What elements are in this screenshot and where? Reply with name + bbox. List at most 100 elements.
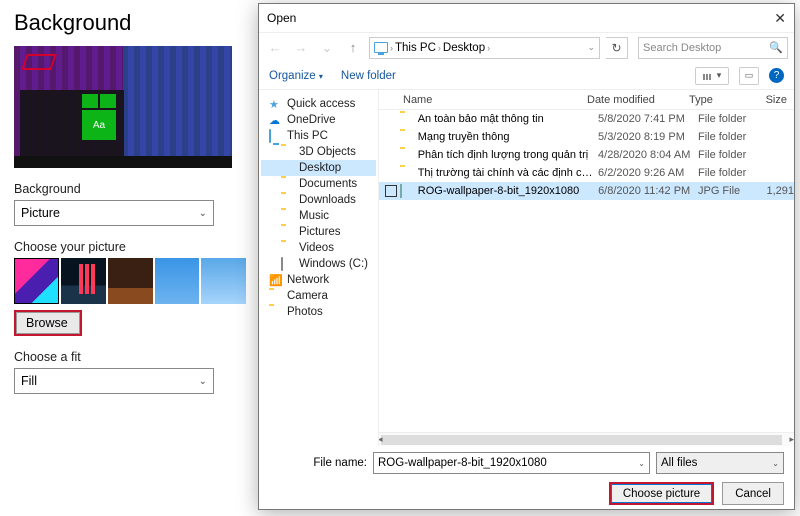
close-icon[interactable]: ✕ bbox=[774, 10, 786, 27]
tree-item-label: Quick access bbox=[287, 98, 355, 110]
tree-item-this-pc[interactable]: This PC bbox=[261, 128, 376, 144]
tree-item-videos[interactable]: Videos bbox=[261, 240, 376, 256]
dialog-body: ★Quick access☁OneDrive This PC 3D Objects D… bbox=[259, 90, 794, 446]
file-type: File folder bbox=[698, 131, 761, 143]
pc-icon bbox=[374, 41, 388, 55]
dialog-address-bar: ← → ⌄ ↑ › This PC › Desktop › ⌄ ↻ Search… bbox=[259, 32, 794, 62]
tree-item-label: Pictures bbox=[299, 226, 341, 238]
tree-item-label: Network bbox=[287, 274, 329, 286]
checkbox-icon[interactable] bbox=[385, 185, 397, 197]
file-row[interactable]: ROG-wallpaper-8-bit_1920x10806/8/2020 11… bbox=[379, 182, 794, 200]
tree-item-photos[interactable]: Photos bbox=[261, 304, 376, 320]
tree-item-windows-c-[interactable]: Windows (C:) bbox=[261, 256, 376, 272]
background-value: Picture bbox=[21, 206, 60, 220]
folder-tree[interactable]: ★Quick access☁OneDrive This PC 3D Objects D… bbox=[259, 90, 379, 446]
scroll-right-icon[interactable]: ▸ bbox=[789, 434, 794, 445]
file-list-header[interactable]: Name Date modified Type Size bbox=[379, 90, 794, 110]
dialog-toolbar: Organize ▾ New folder ▾ ▭ ? bbox=[259, 62, 794, 90]
file-row[interactable]: Mạng truyền thông5/3/2020 8:19 PMFile fo… bbox=[379, 128, 794, 146]
help-icon[interactable]: ? bbox=[769, 68, 784, 83]
scroll-left-icon[interactable]: ◂ bbox=[379, 434, 383, 445]
file-date: 4/28/2020 8:04 AM bbox=[598, 149, 698, 161]
tree-item-documents[interactable]: Documents bbox=[261, 176, 376, 192]
chevron-down-icon: ⌄ bbox=[772, 459, 779, 468]
preview-tile: Aa bbox=[82, 110, 116, 140]
taskbar-mock bbox=[14, 156, 232, 168]
dialog-titlebar: Open ✕ bbox=[259, 4, 794, 32]
organize-menu[interactable]: Organize ▾ bbox=[269, 70, 323, 82]
browse-button[interactable]: Browse bbox=[14, 310, 82, 336]
tree-item-camera[interactable]: Camera bbox=[261, 288, 376, 304]
search-input[interactable]: Search Desktop 🔍 bbox=[638, 37, 788, 59]
tree-item-label: Downloads bbox=[299, 194, 356, 206]
chevron-down-icon[interactable]: ⌄ bbox=[587, 42, 595, 53]
tree-item-label: Desktop bbox=[299, 162, 341, 174]
file-type: File folder bbox=[698, 149, 761, 161]
filename-label: File name: bbox=[269, 457, 367, 469]
column-type[interactable]: Type bbox=[689, 94, 753, 106]
picture-thumb[interactable] bbox=[155, 258, 200, 304]
file-name: ROG-wallpaper-8-bit_1920x1080 bbox=[418, 185, 598, 197]
tree-item-quick-access[interactable]: ★Quick access bbox=[261, 96, 376, 112]
file-type: File folder bbox=[698, 167, 761, 179]
cancel-button[interactable]: Cancel bbox=[722, 482, 784, 505]
picture-thumb[interactable] bbox=[61, 258, 106, 304]
filename-input[interactable]: ROG-wallpaper-8-bit_1920x1080 ⌄ bbox=[373, 452, 650, 474]
filetype-filter-dropdown[interactable]: All files ⌄ bbox=[656, 452, 784, 474]
column-date[interactable]: Date modified bbox=[587, 94, 689, 106]
tree-item-desktop[interactable]: Desktop bbox=[261, 160, 376, 176]
nav-forward-icon[interactable]: → bbox=[291, 38, 311, 58]
choose-picture-button[interactable]: Choose picture bbox=[609, 482, 714, 505]
file-type: File folder bbox=[698, 113, 761, 125]
file-list: An toàn bảo mật thông tin5/8/2020 7:41 P… bbox=[379, 110, 794, 200]
file-row[interactable]: Phân tích định lượng trong quản trị4/28/… bbox=[379, 146, 794, 164]
file-name: Thị trường tài chính và các định chế tài… bbox=[418, 167, 598, 179]
open-file-dialog: Open ✕ ← → ⌄ ↑ › This PC › Desktop › ⌄ ↻… bbox=[258, 3, 795, 510]
tree-item-label: Music bbox=[299, 210, 329, 222]
background-dropdown[interactable]: Picture ⌄ bbox=[14, 200, 214, 226]
file-row[interactable]: Thị trường tài chính và các định chế tài… bbox=[379, 164, 794, 182]
file-name: An toàn bảo mật thông tin bbox=[418, 113, 598, 125]
picture-thumb[interactable] bbox=[108, 258, 153, 304]
breadcrumb[interactable]: › This PC › Desktop › ⌄ bbox=[369, 37, 600, 59]
tree-item-downloads[interactable]: Downloads bbox=[261, 192, 376, 208]
breadcrumb-item[interactable]: This PC bbox=[395, 42, 436, 54]
search-placeholder: Search Desktop bbox=[643, 42, 721, 54]
new-folder-button[interactable]: New folder bbox=[341, 70, 396, 82]
tree-item-label: Videos bbox=[299, 242, 334, 254]
filter-value: All files bbox=[661, 457, 697, 469]
chevron-right-icon: › bbox=[438, 43, 441, 53]
horizontal-scrollbar[interactable]: ◂ ▸ bbox=[379, 432, 794, 446]
breadcrumb-item[interactable]: Desktop bbox=[443, 42, 485, 54]
preview-tile-small bbox=[82, 94, 98, 108]
fit-dropdown[interactable]: Fill ⌄ bbox=[14, 368, 214, 394]
tree-item-onedrive[interactable]: ☁OneDrive bbox=[261, 112, 376, 128]
tree-item-network[interactable]: 📶Network bbox=[261, 272, 376, 288]
chevron-right-icon: › bbox=[390, 43, 393, 53]
tree-item-label: This PC bbox=[287, 130, 328, 142]
tree-item-label: Camera bbox=[287, 290, 328, 302]
view-options-button[interactable]: ▾ bbox=[695, 67, 729, 85]
chevron-down-icon[interactable]: ⌄ bbox=[638, 459, 645, 468]
chevron-down-icon: ⌄ bbox=[199, 208, 207, 219]
column-size[interactable]: Size bbox=[753, 94, 787, 106]
nav-recent-icon[interactable]: ⌄ bbox=[317, 38, 337, 58]
tree-item-music[interactable]: Music bbox=[261, 208, 376, 224]
dialog-footer: File name: ROG-wallpaper-8-bit_1920x1080… bbox=[259, 446, 794, 515]
search-icon: 🔍 bbox=[769, 41, 783, 54]
column-name[interactable]: Name bbox=[403, 94, 587, 106]
choose-picture-label: Choose your picture bbox=[14, 240, 246, 254]
tree-item-3d-objects[interactable]: 3D Objects bbox=[261, 144, 376, 160]
tree-item-pictures[interactable]: Pictures bbox=[261, 224, 376, 240]
picture-thumb[interactable] bbox=[14, 258, 59, 304]
refresh-icon[interactable]: ↻ bbox=[606, 37, 628, 59]
chevron-down-icon: ⌄ bbox=[199, 376, 207, 387]
preview-pane-button[interactable]: ▭ bbox=[739, 67, 759, 85]
fit-value: Fill bbox=[21, 374, 37, 388]
nav-up-icon[interactable]: ↑ bbox=[343, 38, 363, 58]
browse-button-label: Browse bbox=[16, 312, 78, 334]
nav-back-icon[interactable]: ← bbox=[265, 38, 285, 58]
file-row[interactable]: An toàn bảo mật thông tin5/8/2020 7:41 P… bbox=[379, 110, 794, 128]
file-date: 6/2/2020 9:26 AM bbox=[598, 167, 698, 179]
picture-thumb[interactable] bbox=[201, 258, 246, 304]
